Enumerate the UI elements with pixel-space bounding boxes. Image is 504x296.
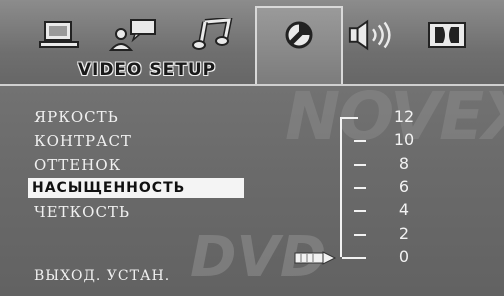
level-pointer-icon [294, 251, 337, 265]
dolby-icon [428, 22, 466, 48]
scale-tick [354, 140, 366, 142]
osd-screen: VIDEO SETUP NOVEX DVD ЯРКОСТЬ КОНТРАСТ О… [0, 0, 504, 296]
scale-value-label: 6 [398, 177, 410, 196]
menu-item-sharpness[interactable]: ЧЕТКОСТЬ [34, 202, 130, 222]
scale-tick [354, 234, 366, 236]
scale-tick [342, 117, 358, 119]
user-speech-icon [108, 19, 156, 51]
current-level-marker-line [342, 257, 360, 259]
scale-tick [354, 187, 366, 189]
scale-value-label: 2 [398, 224, 410, 243]
brand-watermark: NOVEX [285, 78, 504, 155]
level-scale-axis [340, 117, 342, 257]
scale-value-label: 12 [393, 107, 415, 126]
scale-value-label: 10 [393, 130, 415, 149]
tab-dolby-setup[interactable] [420, 18, 474, 52]
tab-language-setup[interactable] [106, 18, 160, 52]
menu-item-brightness[interactable]: ЯРКОСТЬ [34, 107, 119, 127]
menu-item-hue[interactable]: ОТТЕНОК [34, 155, 121, 175]
scale-value-label: 0 [398, 247, 410, 266]
music-note-icon [192, 18, 233, 50]
page-title: VIDEO SETUP [77, 60, 217, 80]
scale-value-label: 8 [398, 154, 410, 173]
tab-audio-setup[interactable] [186, 18, 240, 52]
tab-general-setup[interactable] [32, 18, 86, 52]
menu-item-saturation[interactable]: НАСЫЩЕННОСТЬ [28, 178, 244, 198]
monitor-icon [39, 21, 79, 48]
scale-tick [354, 164, 366, 166]
scale-tick [354, 210, 366, 212]
menu-item-contrast[interactable]: КОНТРАСТ [34, 131, 132, 151]
video-circle-icon [285, 21, 313, 49]
tab-speaker-setup[interactable] [346, 18, 400, 52]
speaker-icon [348, 19, 391, 51]
tab-video-setup[interactable] [272, 18, 326, 52]
footer-hint: ВЫХОД. УСТАН. [34, 268, 171, 284]
scale-value-label: 4 [398, 200, 410, 219]
